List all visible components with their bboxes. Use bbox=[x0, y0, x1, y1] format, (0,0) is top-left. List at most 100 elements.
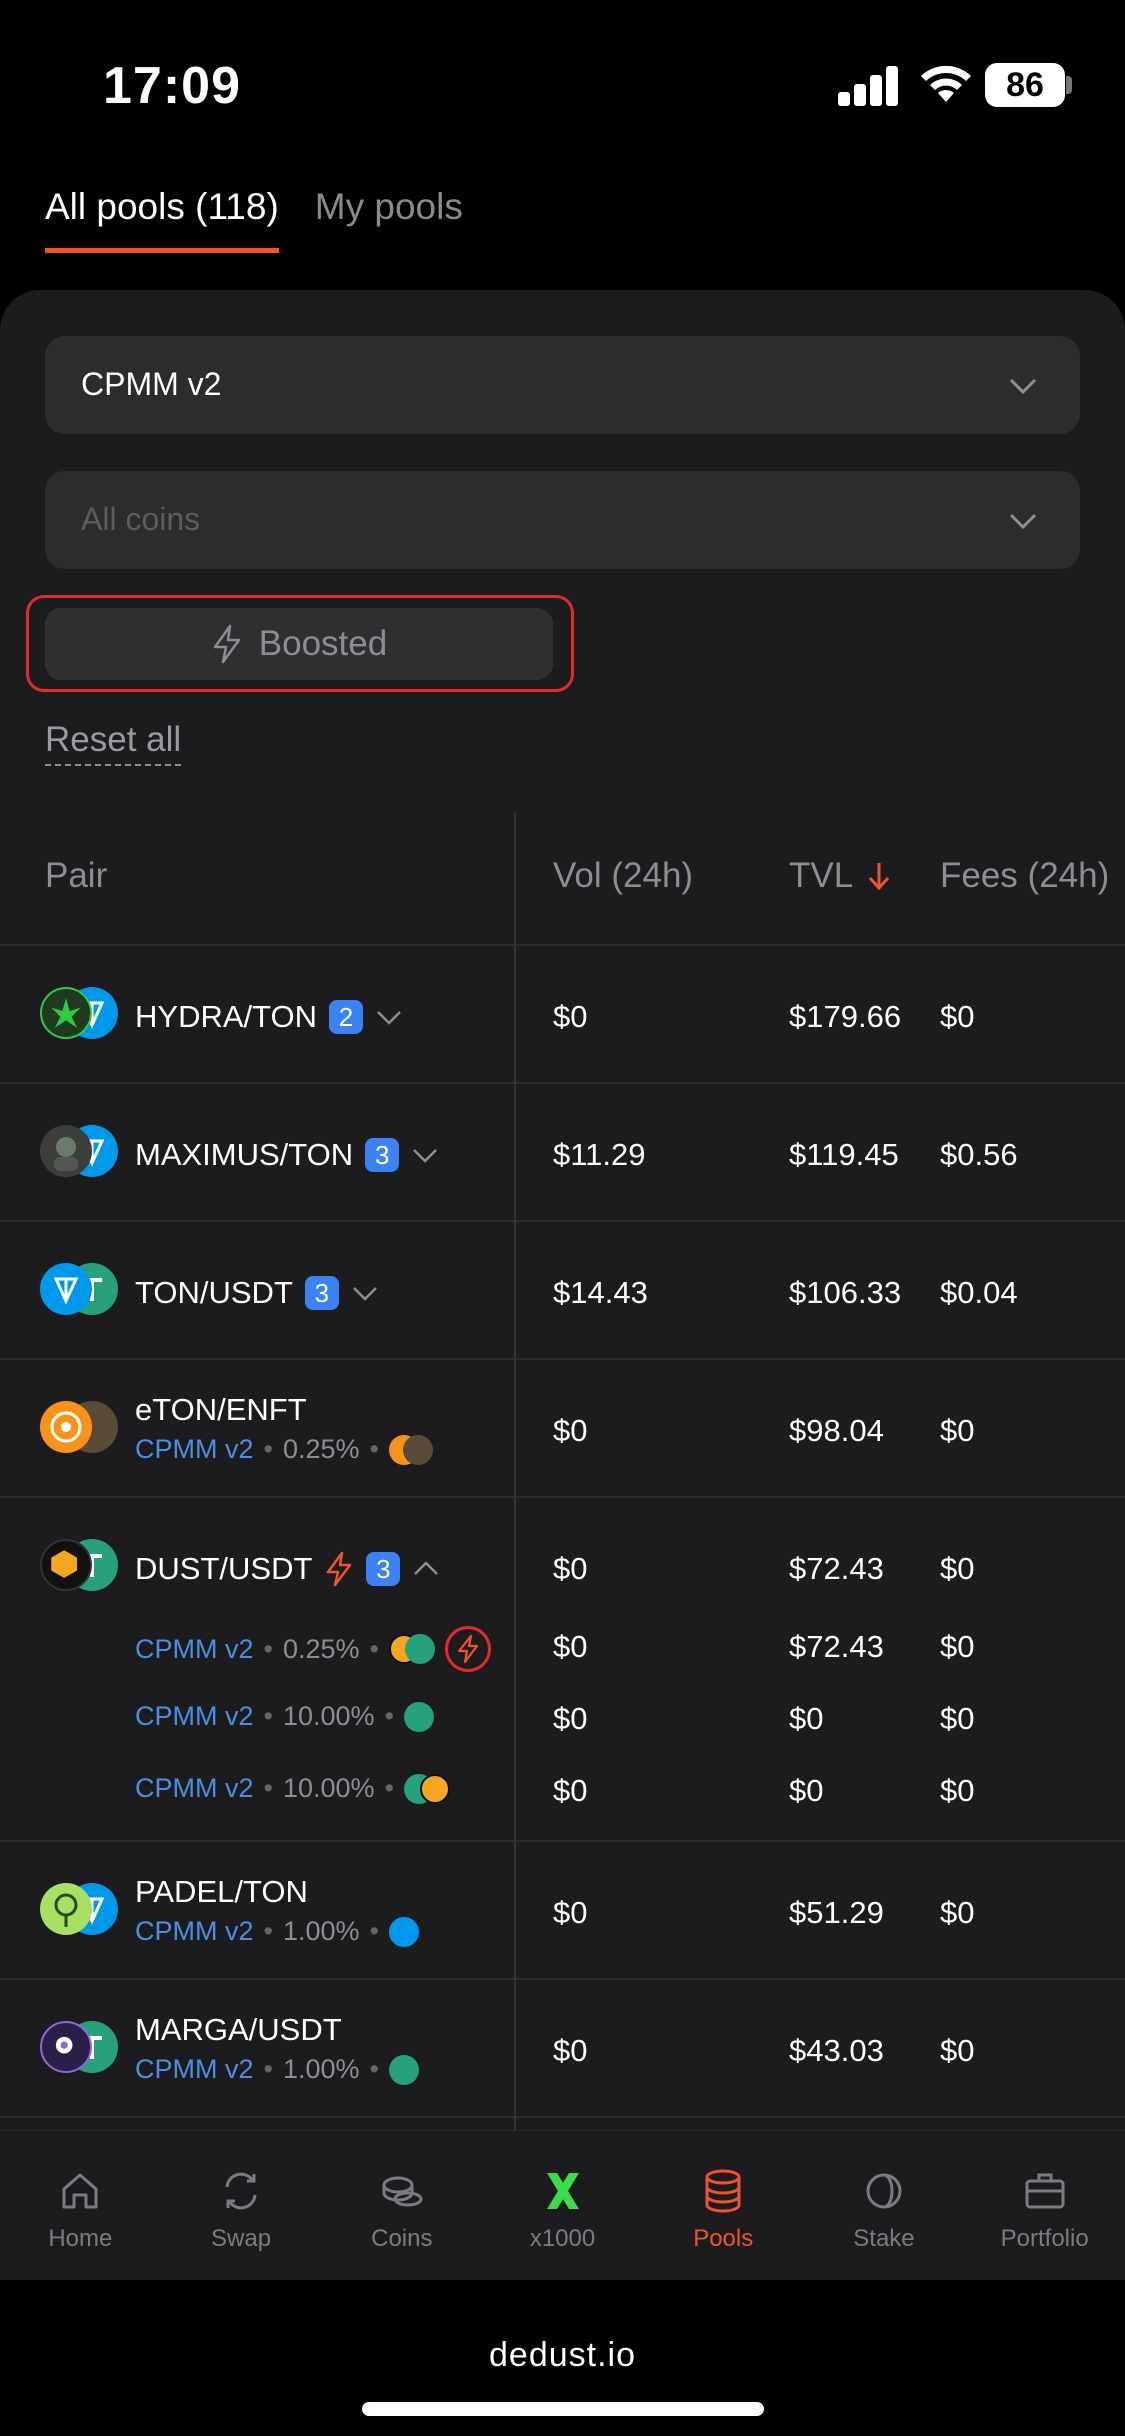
coins-icon bbox=[382, 2176, 423, 2207]
nav-portfolio[interactable]: Portfolio bbox=[964, 2131, 1125, 2280]
table-row[interactable]: TON/USDT 3 $14.43 $106.33 $0.04 bbox=[0, 1222, 1125, 1360]
separator-dot: • bbox=[263, 1773, 273, 1803]
sub-pool[interactable]: CPMM v2 • 10.00% • bbox=[135, 1701, 434, 1732]
header-tvl-label: TVL bbox=[789, 856, 854, 895]
fees-value: $0.04 bbox=[940, 1275, 1018, 1310]
chevron-down-icon[interactable] bbox=[351, 1279, 379, 1307]
nav-swap[interactable]: Swap bbox=[161, 2131, 322, 2280]
fees-value: $0 bbox=[940, 1413, 975, 1448]
chevron-down-icon[interactable] bbox=[375, 1003, 403, 1031]
pair-name: PADEL/TON bbox=[135, 1874, 308, 1910]
sub-vol-value: $0 bbox=[553, 1701, 588, 1736]
header-fees[interactable]: Fees (24h) bbox=[940, 856, 1109, 896]
pair-label: DUST/USDT bbox=[135, 1551, 313, 1586]
chevron-up-icon[interactable] bbox=[412, 1555, 440, 1583]
pool-meta: CPMM v2 • 1.00% • bbox=[135, 2054, 419, 2085]
sub-fees-value: $0 bbox=[940, 1773, 975, 1808]
nav-home[interactable]: Home bbox=[0, 2131, 161, 2280]
separator-dot: • bbox=[263, 1701, 273, 1731]
lightning-icon bbox=[213, 624, 241, 664]
table-row[interactable]: eTON/ENFT CPMM v2 • 0.25% • $0 $98.04 $0 bbox=[0, 1360, 1125, 1498]
chevron-down-icon bbox=[1009, 378, 1037, 395]
separator-dot: • bbox=[263, 1434, 273, 1464]
fee-label: 0.25% bbox=[282, 1633, 360, 1664]
mini-pair-icons bbox=[404, 1773, 450, 1804]
tvl-value: $106.33 bbox=[789, 1275, 902, 1310]
reset-all-link[interactable]: Reset all bbox=[45, 720, 182, 766]
table-row[interactable]: DUST/USDT 3 $0 $72.43 $0 CPMM v2 • 0.25%… bbox=[0, 1498, 1125, 1842]
bottom-nav: Home Swap Coins x1000 Pools Stake Portfo… bbox=[0, 2130, 1125, 2280]
pair-icons bbox=[40, 1263, 122, 1319]
lightning-icon bbox=[457, 1634, 479, 1664]
pools-icon bbox=[705, 2169, 741, 2213]
pool-count-badge: 3 bbox=[304, 1276, 339, 1310]
dust-mini-icon bbox=[420, 1773, 450, 1804]
fee-label: 0.25% bbox=[282, 1434, 360, 1464]
vol-value: $0 bbox=[553, 2033, 588, 2068]
pair-icons bbox=[40, 1125, 122, 1181]
header-pair[interactable]: Pair bbox=[45, 856, 107, 896]
coins-placeholder: All coins bbox=[81, 501, 201, 537]
wifi-icon bbox=[921, 65, 971, 102]
fees-value: $0 bbox=[940, 1895, 975, 1930]
eton-coin-icon bbox=[40, 1401, 92, 1453]
header-tvl[interactable]: TVL bbox=[789, 856, 891, 896]
pool-count-badge: 2 bbox=[329, 1000, 364, 1034]
sub-pool[interactable]: CPMM v2 • 10.00% • bbox=[135, 1773, 450, 1804]
nav-pools[interactable]: Pools bbox=[643, 2131, 804, 2280]
sub-fees-value: $0 bbox=[940, 1629, 975, 1664]
protocol-label: CPMM v2 bbox=[135, 1701, 254, 1731]
portfolio-icon bbox=[1025, 2173, 1065, 2209]
home-icon bbox=[62, 2173, 98, 2209]
nav-label: Swap bbox=[211, 2225, 272, 2252]
header-vol[interactable]: Vol (24h) bbox=[553, 856, 693, 896]
pair-label: PADEL/TON bbox=[135, 1874, 308, 1909]
chevron-down-icon[interactable] bbox=[411, 1141, 439, 1169]
nav-label: Pools bbox=[693, 2225, 754, 2252]
separator-dot: • bbox=[263, 1633, 273, 1664]
tab-my-pools[interactable]: My pools bbox=[315, 186, 463, 253]
nav-coins[interactable]: Coins bbox=[321, 2131, 482, 2280]
enft-mini-icon bbox=[402, 1434, 433, 1465]
marga-coin-icon bbox=[40, 2021, 92, 2073]
tvl-value: $98.04 bbox=[789, 1413, 884, 1448]
table-row[interactable]: PADEL/TON CPMM v2 • 1.00% • $0 $51.29 $0 bbox=[0, 1842, 1125, 1980]
pair-name: HYDRA/TON 2 bbox=[135, 999, 403, 1035]
sub-pool[interactable]: CPMM v2 • 0.25% • bbox=[135, 1626, 491, 1672]
sub-vol-value: $0 bbox=[553, 1773, 588, 1808]
nav-x1000[interactable]: x1000 bbox=[482, 2131, 643, 2280]
table-row[interactable]: MARGA/USDT CPMM v2 • 1.00% • $0 $43.03 $… bbox=[0, 1980, 1125, 2118]
nav-label: Portfolio bbox=[1000, 2225, 1089, 2252]
boosted-toggle[interactable]: Boosted bbox=[45, 608, 553, 680]
pool-tabs: All pools (118) My pools bbox=[45, 186, 463, 253]
coins-select[interactable]: All coins bbox=[45, 471, 1080, 569]
table-row[interactable]: MAXIMUS/TON 3 $11.29 $119.45 $0.56 bbox=[0, 1084, 1125, 1222]
tab-all-pools[interactable]: All pools (118) bbox=[45, 186, 279, 253]
maximus-coin-icon bbox=[40, 1125, 92, 1177]
vol-value: $0 bbox=[553, 1551, 588, 1586]
nav-label: x1000 bbox=[529, 2225, 596, 2252]
sort-desc-icon bbox=[869, 863, 890, 891]
table-row[interactable]: HYDRA/TON 2 $0 $179.66 $0 bbox=[0, 946, 1125, 1084]
tvl-value: $72.43 bbox=[789, 1551, 884, 1586]
pair-name: MAXIMUS/TON 3 bbox=[135, 1137, 439, 1173]
pool-type-select[interactable]: CPMM v2 bbox=[45, 336, 1080, 434]
sub-tvl-value: $0 bbox=[789, 1773, 824, 1808]
tvl-value: $51.29 bbox=[789, 1895, 884, 1930]
nav-label: Home bbox=[48, 2225, 113, 2252]
separator-dot: • bbox=[369, 2054, 379, 2084]
sub-tvl-value: $72.43 bbox=[789, 1629, 884, 1664]
url-label[interactable]: dedust.io bbox=[0, 2336, 1125, 2375]
battery-level: 86 bbox=[1006, 66, 1044, 104]
pool-count-badge: 3 bbox=[366, 1552, 401, 1586]
protocol-label: CPMM v2 bbox=[135, 1773, 254, 1803]
separator-dot: • bbox=[384, 1773, 394, 1803]
swap-icon bbox=[225, 2172, 257, 2210]
separator-dot: • bbox=[369, 1434, 379, 1464]
home-indicator[interactable] bbox=[362, 2402, 764, 2416]
sub-vol-value: $0 bbox=[553, 1629, 588, 1664]
x1000-icon bbox=[546, 2173, 579, 2209]
protocol-label: CPMM v2 bbox=[135, 2054, 254, 2084]
boosted-label: Boosted bbox=[258, 624, 388, 663]
nav-stake[interactable]: Stake bbox=[804, 2131, 965, 2280]
